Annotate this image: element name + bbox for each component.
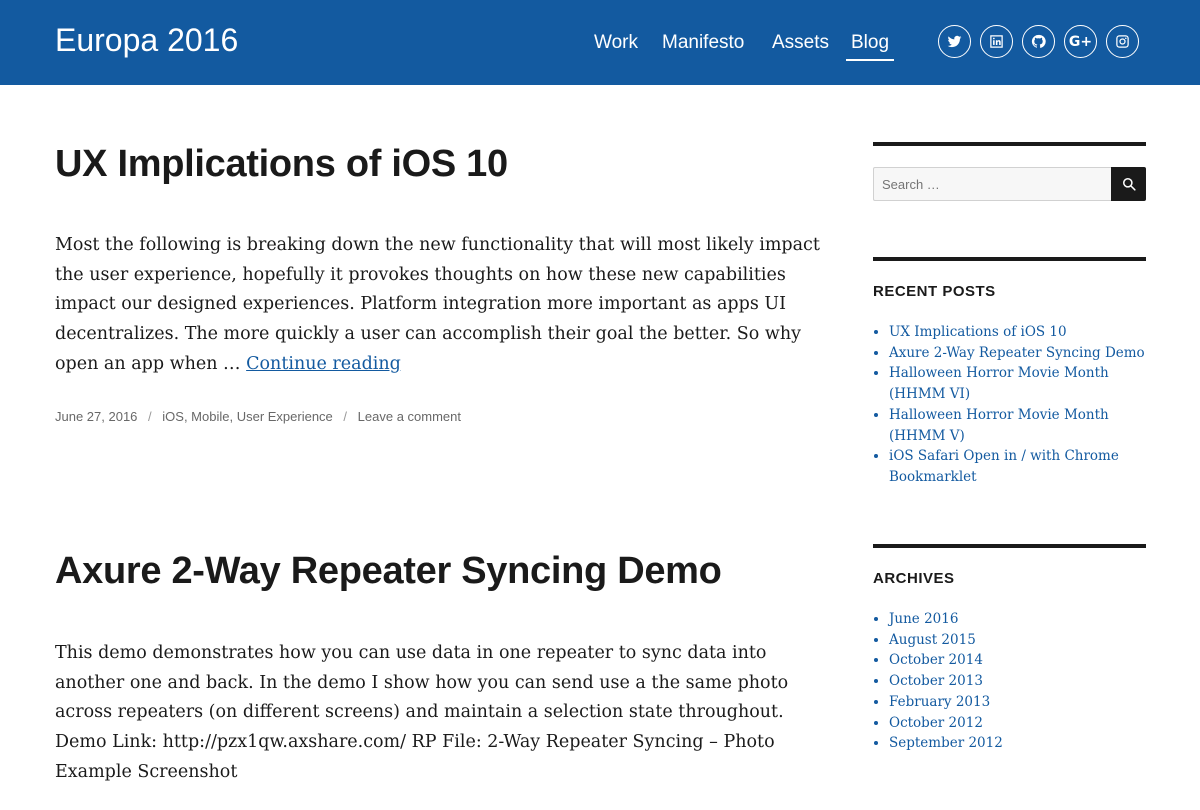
- post-date[interactable]: June 27, 2016: [55, 409, 137, 424]
- list-item: Halloween Horror Movie Month (HHMM VI): [889, 363, 1146, 404]
- post-title-link[interactable]: Axure 2-Way Repeater Syncing Demo: [55, 550, 722, 592]
- site-header: Europa 2016 Work Manifesto Assets Blog G…: [0, 0, 1200, 85]
- list-item: June 2016: [889, 609, 1146, 630]
- list-item: February 2013: [889, 692, 1146, 713]
- leave-comment-link[interactable]: Leave a comment: [358, 409, 461, 424]
- post-categories[interactable]: iOS, Mobile, User Experience: [162, 409, 333, 424]
- archive-link[interactable]: August 2015: [889, 632, 976, 648]
- post-title[interactable]: Axure 2-Way Repeater Syncing Demo: [55, 550, 722, 593]
- widget-divider: [873, 142, 1146, 146]
- recent-post-link[interactable]: iOS Safari Open in / with Chrome Bookmar…: [889, 448, 1119, 485]
- continue-reading-link[interactable]: Continue reading: [246, 354, 401, 374]
- archive-link[interactable]: October 2014: [889, 652, 983, 668]
- archives-list: June 2016 August 2015 October 2014 Octob…: [873, 609, 1146, 754]
- list-item: October 2014: [889, 650, 1146, 671]
- widget-divider: [873, 257, 1146, 261]
- list-item: October 2013: [889, 671, 1146, 692]
- linkedin-icon[interactable]: [980, 25, 1013, 58]
- post-excerpt-text: Most the following is breaking down the …: [55, 235, 820, 374]
- archives-title: ARCHIVES: [873, 570, 955, 587]
- archive-link[interactable]: February 2013: [889, 694, 990, 710]
- archive-link[interactable]: October 2012: [889, 715, 983, 731]
- recent-posts-title: RECENT POSTS: [873, 283, 996, 300]
- post-excerpt: This demo demonstrates how you can use d…: [55, 643, 789, 782]
- search-form: [873, 167, 1146, 201]
- list-item: August 2015: [889, 630, 1146, 651]
- search-button[interactable]: [1111, 167, 1146, 201]
- list-item: Halloween Horror Movie Month (HHMM V): [889, 405, 1146, 446]
- nav-item-blog[interactable]: Blog: [846, 30, 895, 61]
- recent-posts-list: UX Implications of iOS 10 Axure 2-Way Re…: [873, 322, 1146, 488]
- list-item: October 2012: [889, 713, 1146, 734]
- site-title[interactable]: Europa 2016: [55, 22, 238, 59]
- post-excerpt: Most the following is breaking down the …: [55, 231, 825, 380]
- list-item: iOS Safari Open in / with Chrome Bookmar…: [889, 446, 1146, 487]
- nav-item-assets[interactable]: Assets: [772, 30, 829, 56]
- post-title[interactable]: UX Implications of iOS 10: [55, 143, 508, 186]
- recent-post-link[interactable]: UX Implications of iOS 10: [889, 324, 1067, 340]
- recent-post-link[interactable]: Axure 2-Way Repeater Syncing Demo: [889, 345, 1145, 361]
- post-title-link[interactable]: UX Implications of iOS 10: [55, 143, 508, 185]
- post-meta: June 27, 2016 / iOS, Mobile, User Experi…: [55, 409, 461, 424]
- google-plus-icon[interactable]: G+: [1064, 25, 1097, 58]
- list-item: September 2012: [889, 733, 1146, 754]
- twitter-icon[interactable]: [938, 25, 971, 58]
- archive-link[interactable]: October 2013: [889, 673, 983, 689]
- instagram-icon[interactable]: [1106, 25, 1139, 58]
- meta-separator: /: [148, 409, 152, 424]
- github-icon[interactable]: [1022, 25, 1055, 58]
- recent-post-link[interactable]: Halloween Horror Movie Month (HHMM VI): [889, 365, 1109, 402]
- search-icon: [1122, 177, 1136, 191]
- recent-post-link[interactable]: Halloween Horror Movie Month (HHMM V): [889, 407, 1109, 444]
- widget-divider: [873, 544, 1146, 548]
- list-item: UX Implications of iOS 10: [889, 322, 1146, 343]
- search-input[interactable]: [873, 167, 1111, 201]
- archive-link[interactable]: June 2016: [889, 611, 958, 627]
- meta-separator: /: [343, 409, 348, 424]
- nav-item-work[interactable]: Work: [594, 30, 638, 56]
- nav-item-manifesto[interactable]: Manifesto: [662, 30, 744, 56]
- archive-link[interactable]: September 2012: [889, 735, 1003, 751]
- list-item: Axure 2-Way Repeater Syncing Demo: [889, 343, 1146, 364]
